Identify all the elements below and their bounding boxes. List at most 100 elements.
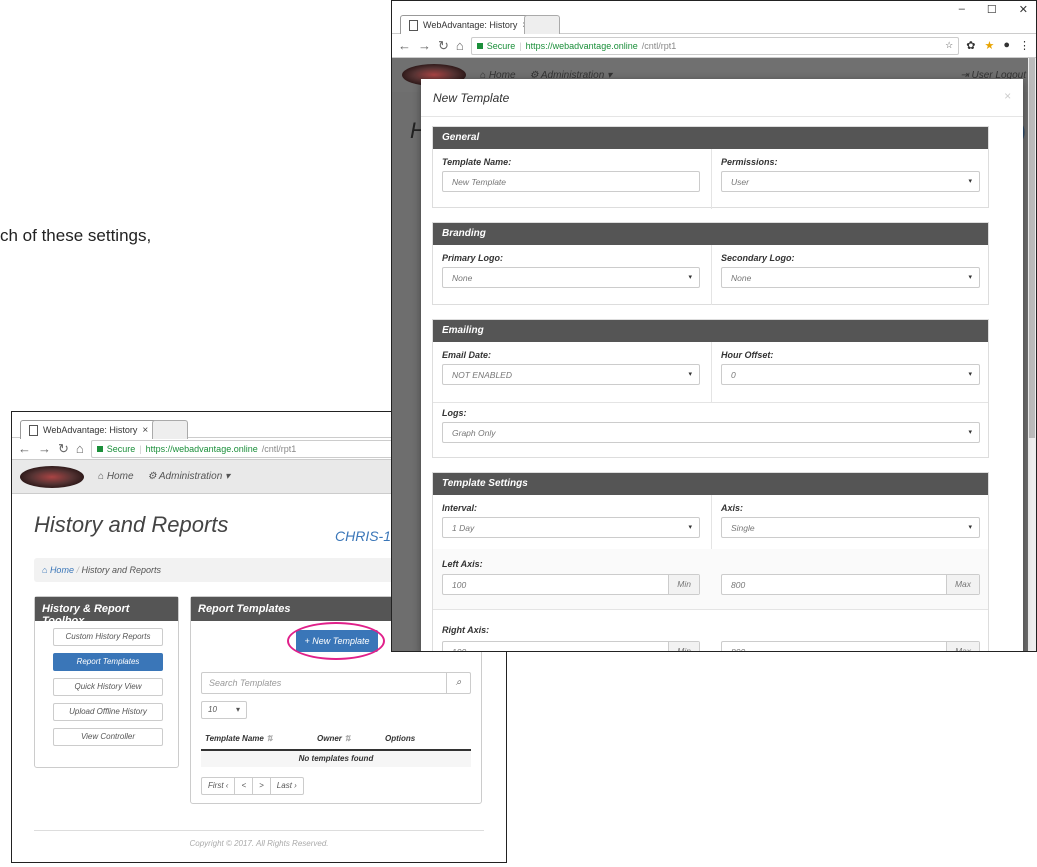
left-max-value: 800: [731, 580, 746, 590]
permissions-select[interactable]: User ▾: [721, 171, 980, 192]
modal-close-icon[interactable]: ×: [1004, 89, 1011, 103]
secondary-logo-label: Secondary Logo:: [721, 253, 795, 263]
close-window-icon[interactable]: ✕: [1019, 3, 1028, 16]
template-name-field: Template Name: New Template: [442, 157, 700, 192]
browser-tab[interactable]: WebAdvantage: History ×: [20, 420, 158, 439]
primary-logo-value: None: [452, 273, 473, 283]
chevron-down-icon: ▾: [968, 429, 972, 436]
logs-select[interactable]: Graph Only ▾: [442, 422, 980, 443]
toolbox-view-controller[interactable]: View Controller: [53, 728, 163, 746]
maximize-icon[interactable]: ☐: [987, 3, 997, 16]
divider: [711, 245, 712, 305]
forward-arrow-icon[interactable]: →: [38, 441, 51, 456]
axis-select[interactable]: Single ▾: [721, 517, 980, 538]
pager-first[interactable]: First ‹: [202, 778, 236, 794]
menu-icon[interactable]: ⋮: [1019, 39, 1030, 52]
lock-icon: [96, 445, 103, 452]
hour-offset-label: Hour Offset:: [721, 350, 774, 360]
back-arrow-icon[interactable]: ←: [18, 441, 31, 456]
section-template-settings: Template Settings Interval: 1 Day ▾ Axis:…: [432, 472, 989, 652]
axis-label: Axis:: [721, 503, 744, 513]
chevron-down-icon: ▾: [968, 524, 972, 531]
left-max-input[interactable]: 800 Max: [721, 574, 980, 595]
max-addon: Max: [945, 642, 979, 651]
extension-icon[interactable]: ●: [1003, 39, 1010, 52]
chevron-down-icon: ▾: [968, 178, 972, 185]
home-icon[interactable]: ⌂: [76, 441, 84, 456]
breadcrumb-home-label: Home: [49, 565, 74, 575]
hour-offset-select[interactable]: 0 ▾: [721, 364, 980, 385]
interval-field: Interval: 1 Day ▾: [442, 503, 700, 538]
permissions-value: User: [731, 177, 749, 187]
divider: [433, 402, 988, 403]
primary-logo-field: Primary Logo: None ▾: [442, 253, 700, 288]
min-addon: Min: [668, 575, 699, 594]
back-arrow-icon[interactable]: ←: [398, 38, 411, 53]
address-bar: ← → ↻ ⌂ Secure | https://webadvantage.on…: [392, 34, 1036, 58]
browser-tab[interactable]: WebAdvantage: History ×: [400, 15, 538, 34]
tab-title: WebAdvantage: History: [423, 20, 518, 30]
home-icon[interactable]: ⌂: [456, 38, 464, 53]
logs-field: Logs: Graph Only ▾: [442, 408, 980, 443]
reload-icon[interactable]: ↻: [58, 441, 69, 457]
right-min-input[interactable]: 100 Min: [442, 641, 700, 652]
chevron-down-icon: ▾: [688, 524, 692, 531]
email-date-value: NOT ENABLED: [452, 370, 512, 380]
pager-prev[interactable]: <: [235, 778, 254, 794]
pager-next[interactable]: >: [253, 778, 271, 794]
primary-logo-label: Primary Logo:: [442, 253, 504, 263]
tab-close-icon[interactable]: ×: [142, 425, 148, 436]
primary-logo-select[interactable]: None ▾: [442, 267, 700, 288]
page-size-value: 10: [208, 705, 217, 714]
reload-icon[interactable]: ↻: [438, 38, 449, 54]
breadcrumb-home-link[interactable]: ⌂ Home: [42, 565, 74, 575]
right-min-value: 100: [452, 647, 467, 652]
pager-last[interactable]: Last ›: [271, 778, 303, 794]
interval-select[interactable]: 1 Day ▾: [442, 517, 700, 538]
scrollbar-thumb[interactable]: [1029, 58, 1035, 438]
search-icon[interactable]: ⌕: [446, 673, 470, 693]
toolbox-custom-history-reports[interactable]: Custom History Reports: [53, 628, 163, 646]
nav-home-link[interactable]: ⌂ Home: [98, 471, 134, 482]
min-addon: Min: [668, 642, 699, 651]
column-owner[interactable]: Owner ⇅: [313, 734, 381, 743]
tab-title: WebAdvantage: History: [43, 425, 138, 435]
scrollbar[interactable]: [1028, 58, 1036, 651]
nav-admin-menu[interactable]: ⚙ Administration ▾: [148, 471, 231, 482]
left-max-group: 800 Max: [721, 574, 980, 595]
bookmark-star-icon[interactable]: ☆: [945, 40, 953, 51]
page-size-select[interactable]: 10 ▾: [201, 701, 247, 719]
secondary-logo-select[interactable]: None ▾: [721, 267, 980, 288]
modal-header: New Template ×: [421, 79, 1023, 117]
left-min-input[interactable]: 100 Min: [442, 574, 700, 595]
search-templates-input[interactable]: Search Templates ⌕: [201, 672, 471, 694]
new-tab-button[interactable]: [152, 420, 188, 439]
permissions-label: Permissions:: [721, 157, 778, 167]
toolbox-upload-offline-history[interactable]: Upload Offline History: [53, 703, 163, 721]
template-name-input[interactable]: New Template: [442, 171, 700, 192]
new-tab-button[interactable]: [524, 15, 560, 34]
column-owner-label: Owner: [317, 733, 342, 743]
right-max-input[interactable]: 800 Max: [721, 641, 980, 651]
url-field[interactable]: Secure | https://webadvantage.online/cnt…: [470, 36, 960, 55]
company-logo[interactable]: [20, 465, 84, 488]
left-axis-label: Left Axis:: [442, 559, 483, 569]
axis-value: Single: [731, 523, 755, 533]
minimize-icon[interactable]: –: [959, 3, 965, 16]
toolbox-quick-history-view[interactable]: Quick History View: [53, 678, 163, 696]
search-placeholder: Search Templates: [209, 678, 282, 688]
column-template-name[interactable]: Template Name ⇅: [201, 734, 313, 743]
toolbox-report-templates[interactable]: Report Templates: [53, 653, 163, 671]
chevron-down-icon: ▾: [968, 274, 972, 281]
email-date-select[interactable]: NOT ENABLED ▾: [442, 364, 700, 385]
divider: [433, 609, 988, 610]
forward-arrow-icon[interactable]: →: [418, 38, 431, 53]
breadcrumb-current: History and Reports: [81, 565, 162, 575]
document-icon: [409, 19, 418, 31]
secondary-logo-field: Secondary Logo: None ▾: [721, 253, 980, 288]
star-extension-icon[interactable]: ★: [984, 39, 994, 52]
section-general-title: General: [433, 127, 988, 149]
tab-strip: WebAdvantage: History × – ☐ ✕: [392, 1, 1036, 34]
extension-icon[interactable]: ✿: [966, 39, 975, 52]
email-date-label: Email Date:: [442, 350, 492, 360]
